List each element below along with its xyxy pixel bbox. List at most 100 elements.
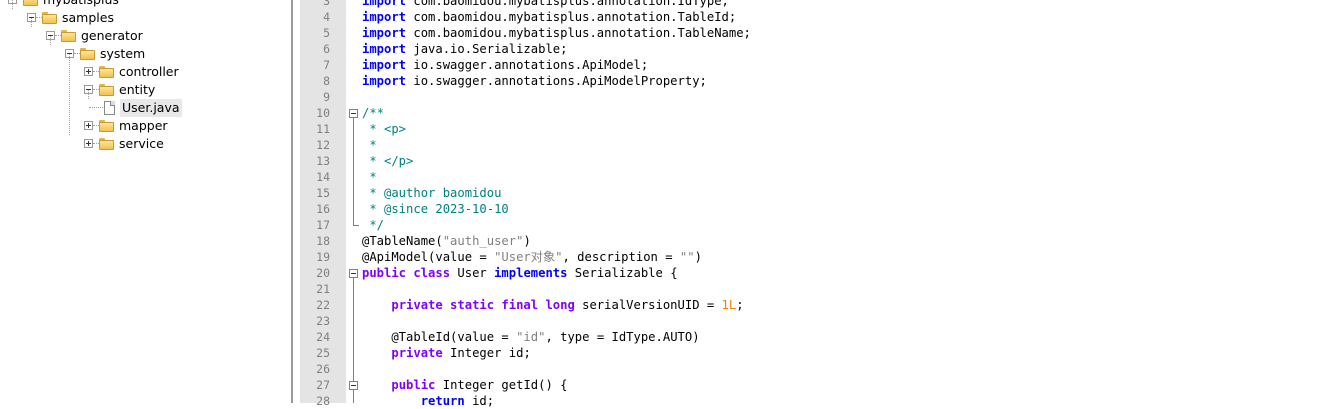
- code-line[interactable]: public class User implements Serializabl…: [362, 265, 678, 281]
- code-line[interactable]: */: [362, 217, 384, 233]
- folder-icon: [99, 66, 114, 78]
- code-token: ): [694, 250, 702, 264]
- code-line[interactable]: return id;: [362, 393, 494, 409]
- code-token: private: [391, 346, 443, 360]
- code-line[interactable]: import com.baomidou.mybatisplus.annotati…: [362, 9, 736, 25]
- code-line[interactable]: @TableId(value = "id", type = IdType.AUT…: [362, 329, 700, 345]
- tree-connector: [88, 90, 89, 99]
- code-token: java.io.Serializable;: [413, 42, 568, 56]
- tree-item-service[interactable]: service: [0, 135, 291, 153]
- tree-item-label: User.java: [120, 99, 182, 117]
- line-number: 21: [316, 282, 330, 296]
- fold-guide: [353, 118, 354, 225]
- tree-item-label: samples: [62, 10, 114, 25]
- tree-item-label: mapper: [119, 118, 168, 133]
- code-line[interactable]: * @since 2023-10-10: [362, 201, 508, 217]
- tree-connector: [31, 18, 32, 27]
- line-number: 17: [316, 218, 330, 232]
- line-number: 26: [316, 362, 330, 376]
- tree-item-generator[interactable]: generator: [0, 27, 291, 45]
- project-tree[interactable]: mybatisplussamples generator system control…: [0, 0, 291, 403]
- tree-connector: [89, 107, 103, 108]
- expand-icon[interactable]: [84, 121, 93, 130]
- code-line[interactable]: import java.io.Serializable;: [362, 41, 567, 57]
- line-number: 24: [316, 330, 330, 344]
- code-token: import: [362, 58, 407, 72]
- fold-guide: [353, 225, 359, 226]
- line-number: 23: [316, 314, 330, 328]
- code-token: implements: [494, 266, 568, 280]
- tree-item-controller[interactable]: controller: [0, 63, 291, 81]
- code-line[interactable]: * @author baomidou: [362, 185, 501, 201]
- code-token: Integer getId() {: [435, 378, 568, 392]
- code-token: Integer id;: [442, 346, 531, 360]
- code-line[interactable]: import com.baomidou.mybatisplus.annotati…: [362, 0, 729, 9]
- code-token: *: [362, 138, 377, 152]
- code-token: com.baomidou.mybatisplus.annotation.Tabl…: [413, 10, 737, 24]
- fold-toggle-icon[interactable]: [349, 109, 358, 118]
- code-token: "id": [516, 330, 546, 344]
- code-token: 1L: [721, 298, 737, 312]
- folder-icon: [80, 48, 95, 60]
- code-line[interactable]: * <p>: [362, 121, 406, 137]
- code-token: @ApiModel(value =: [362, 250, 495, 264]
- line-number: 10: [316, 106, 330, 120]
- code-line[interactable]: import io.swagger.annotations.ApiModelPr…: [362, 73, 707, 89]
- line-number: 25: [316, 346, 330, 360]
- tree-item-samples[interactable]: samples: [0, 9, 291, 27]
- code-token: import: [362, 0, 407, 8]
- folder-icon: [99, 84, 114, 96]
- code-line[interactable]: *: [362, 169, 376, 185]
- code-line[interactable]: /**: [362, 105, 384, 121]
- code-token: * <p>: [362, 122, 407, 136]
- code-line[interactable]: @TableName("auth_user"): [362, 233, 531, 249]
- code-line[interactable]: private Integer id;: [362, 345, 531, 361]
- line-number: 12: [316, 138, 330, 152]
- tree-item-label: controller: [119, 64, 179, 79]
- code-line[interactable]: @ApiModel(value = "User对象", description …: [362, 249, 702, 265]
- code-line[interactable]: * </p>: [362, 153, 413, 169]
- line-number: 16: [316, 202, 330, 216]
- tree-item-user-java[interactable]: User.java: [0, 99, 291, 117]
- expand-icon[interactable]: [84, 67, 93, 76]
- code-token: id;: [464, 394, 495, 408]
- code-token: , type = IdType.AUTO): [545, 330, 700, 344]
- code-token: ;: [736, 298, 744, 312]
- fold-toggle-icon[interactable]: [349, 269, 358, 278]
- code-line[interactable]: *: [362, 137, 377, 153]
- code-token: serialVersionUID =: [574, 298, 722, 312]
- code-line[interactable]: import com.baomidou.mybatisplus.annotati…: [362, 25, 751, 41]
- code-token: public: [391, 378, 436, 392]
- line-number: 9: [323, 90, 330, 104]
- code-token: ): [523, 234, 531, 248]
- code-token: io.swagger.annotations.ApiModelProperty;: [413, 74, 707, 88]
- code-token: com.baomidou.mybatisplus.annotation.IdTy…: [413, 0, 729, 8]
- line-number: 4: [323, 10, 330, 24]
- line-number: 28: [316, 394, 330, 408]
- code-token: @TableName(: [362, 234, 443, 248]
- tree-connector: [12, 0, 13, 9]
- code-line[interactable]: public Integer getId() {: [362, 377, 567, 393]
- code-line[interactable]: private static final long serialVersionU…: [362, 297, 744, 313]
- pane-splitter[interactable]: [291, 0, 300, 403]
- tree-item-system[interactable]: system: [0, 45, 291, 63]
- line-number: 27: [316, 378, 330, 392]
- line-number: 19: [316, 250, 330, 264]
- tree-connector: [69, 54, 70, 135]
- code-token: return: [420, 394, 465, 408]
- tree-item-label: mybatisplus: [43, 0, 119, 9]
- line-number: 3: [323, 0, 330, 8]
- line-number: 18: [316, 234, 330, 248]
- code-token: /**: [362, 106, 385, 120]
- expand-icon[interactable]: [84, 139, 93, 148]
- fold-toggle-icon[interactable]: [349, 381, 358, 390]
- folder-icon: [99, 120, 114, 132]
- code-line[interactable]: import io.swagger.annotations.ApiModel;: [362, 57, 648, 73]
- tree-item-entity[interactable]: entity: [0, 81, 291, 99]
- tree-item-mapper[interactable]: mapper: [0, 117, 291, 135]
- tree-item-mybatisplus[interactable]: mybatisplus: [0, 0, 291, 9]
- folder-icon: [42, 12, 57, 24]
